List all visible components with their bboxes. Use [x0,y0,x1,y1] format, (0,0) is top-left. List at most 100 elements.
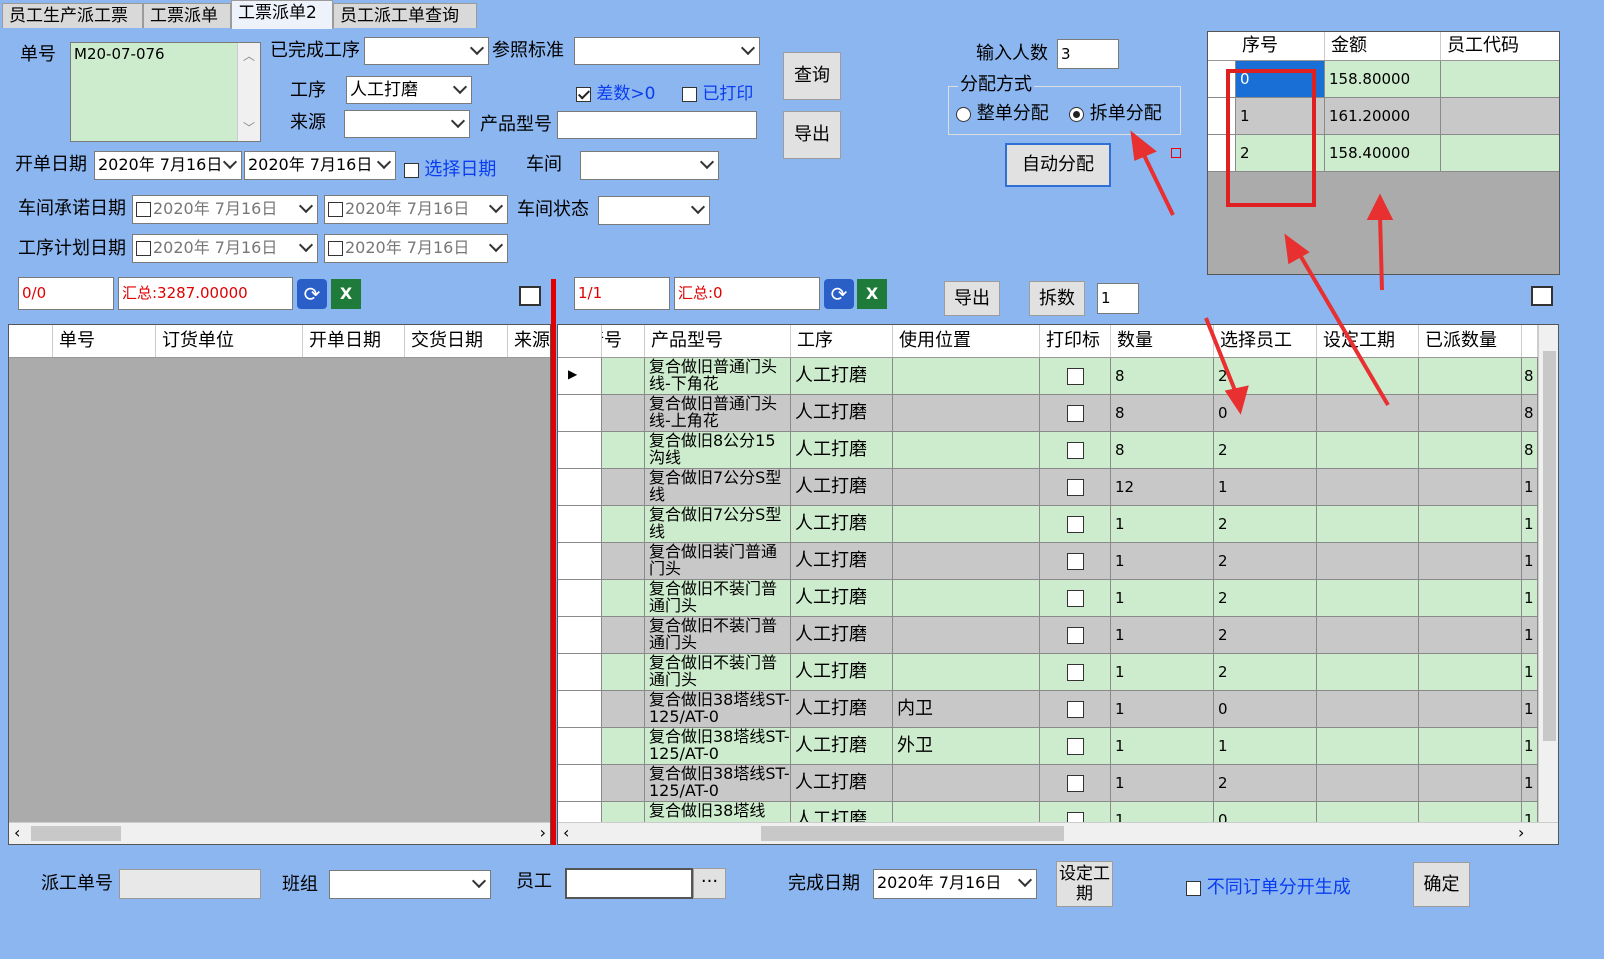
qty-cell[interactable]: 1 [1111,543,1214,579]
refresh-icon[interactable]: ⟳ [297,279,327,309]
extra-cell[interactable]: 1 [1522,543,1538,579]
diff-checkbox[interactable]: 差数>0 [576,79,655,104]
dispatched-cell[interactable] [1419,469,1522,505]
print-flag-cell[interactable] [1040,543,1111,579]
model-cell[interactable]: 复合做旧8公分15沟线 [645,432,791,468]
right-header-employee[interactable]: 选择员工 [1214,325,1317,357]
line-cell[interactable] [602,728,645,764]
result-header-amount[interactable]: 金额 [1325,32,1441,60]
line-cell[interactable] [602,395,645,431]
process-cell[interactable]: 人工打磨 [791,691,893,727]
tab-ticket-dispatch[interactable]: 工票派单 [143,3,231,28]
tab-dispatch-query[interactable]: 员工派工单查询 [333,3,477,28]
employee-cell[interactable]: 1 [1214,469,1317,505]
team-select[interactable] [329,870,491,899]
employee-cell[interactable]: 2 [1214,654,1317,690]
reference-select[interactable] [574,37,760,65]
employee-browse-button[interactable]: ··· [693,868,726,899]
extra-cell[interactable]: 1 [1522,469,1538,505]
qty-cell[interactable]: 8 [1111,358,1214,394]
separate-check-icon[interactable] [1186,880,1201,896]
order-input[interactable]: M20-07-076 ︿ ﹀ [70,42,261,142]
print-flag-checkbox[interactable] [1067,664,1084,681]
printed-check-icon[interactable] [682,86,697,102]
extra-cell[interactable]: 8 [1522,358,1538,394]
process-cell[interactable]: 人工打磨 [791,506,893,542]
choose-date-check-icon[interactable] [404,162,419,178]
promise-date-to[interactable]: 2020年 7月16日 [324,195,508,224]
scroll-up-icon[interactable]: ︿ [243,47,255,64]
qty-cell[interactable]: 12 [1111,469,1214,505]
product-model-input[interactable] [557,111,757,139]
qty-cell[interactable]: 1 [1111,506,1214,542]
print-flag-cell[interactable] [1040,432,1111,468]
process-cell[interactable]: 人工打磨 [791,543,893,579]
employee-cell[interactable]: 0 [1214,395,1317,431]
split-button[interactable]: 拆数 [1029,281,1085,316]
table-row[interactable]: 复合做旧38塔线ST-125/AT-0 人工打磨 内卫 1 0 1 [558,691,1538,728]
extra-cell[interactable]: 8 [1522,432,1538,468]
position-cell[interactable] [893,432,1040,468]
completed-process-select[interactable] [364,37,489,65]
row-header[interactable] [558,654,602,690]
row-header[interactable] [558,691,602,727]
qty-cell[interactable]: 1 [1111,765,1214,801]
print-flag-checkbox[interactable] [1067,701,1084,718]
refresh-icon-2[interactable]: ⟳ [824,279,854,309]
extra-cell[interactable]: 1 [1522,654,1538,690]
model-cell[interactable]: 复合做旧7公分S型线 [645,469,791,505]
dispatched-cell[interactable] [1419,543,1522,579]
table-row[interactable]: 复合做旧普通门头线-上角花 人工打磨 8 0 8 [558,395,1538,432]
line-cell[interactable] [602,580,645,616]
extra-cell[interactable]: 8 [1522,395,1538,431]
qty-cell[interactable]: 1 [1111,580,1214,616]
promise-date-from[interactable]: 2020年 7月16日 [132,195,318,224]
qty-cell[interactable]: 1 [1111,691,1214,727]
employee-cell[interactable]: 0 [1214,691,1317,727]
people-input[interactable]: 3 [1057,39,1119,69]
dispatched-cell[interactable] [1419,506,1522,542]
left-hscrollbar[interactable]: ‹ › [9,822,550,844]
print-flag-checkbox[interactable] [1067,590,1084,607]
excel-icon-2[interactable]: X [857,279,887,309]
employee-cell[interactable]: 2 [1214,617,1317,653]
plan-date-to[interactable]: 2020年 7月16日 [324,234,508,263]
query-button[interactable]: 查询 [783,52,841,100]
table-row[interactable]: ▶ 复合做旧普通门头线-下角花 人工打磨 8 2 8 [558,358,1538,395]
model-cell[interactable]: 复合做旧38塔线ST-125/AT-0 [645,765,791,801]
choose-date-checkbox[interactable]: 选择日期 [404,155,496,181]
line-cell[interactable] [602,543,645,579]
model-cell[interactable]: 复合做旧普通门头线-上角花 [645,395,791,431]
dispatched-cell[interactable] [1419,617,1522,653]
table-row[interactable]: 复合做旧8公分15沟线 人工打磨 8 2 8 [558,432,1538,469]
open-date-to[interactable]: 2020年 7月16日 [244,151,396,180]
extra-cell[interactable]: 1 [1522,617,1538,653]
position-cell[interactable]: 外卫 [893,728,1040,764]
position-cell[interactable] [893,617,1040,653]
employee-cell[interactable]: 2 [1214,765,1317,801]
right-grid[interactable]: 行号 产品型号 工序 使用位置 打印标 数量 选择员工 设定工期 已派数量 ▶ 复… [557,324,1559,845]
qty-cell[interactable]: 8 [1111,432,1214,468]
model-cell[interactable]: 复合做旧不装门普通门头 [645,617,791,653]
dispatched-cell[interactable] [1419,728,1522,764]
row-header[interactable] [558,728,602,764]
auto-assign-button[interactable]: 自动分配 [1005,143,1111,187]
open-date-from[interactable]: 2020年 7月16日 [94,151,242,180]
line-cell[interactable] [602,617,645,653]
process-cell[interactable]: 人工打磨 [791,432,893,468]
pin-icon-2[interactable] [1531,286,1553,306]
dispatched-cell[interactable] [1419,580,1522,616]
set-hours-cell[interactable] [1317,432,1419,468]
right-header-qty[interactable]: 数量 [1111,325,1214,357]
model-cell[interactable]: 复合做旧38塔线ST-125/AT-0 [645,728,791,764]
model-cell[interactable]: 复合做旧不装门普通门头 [645,580,791,616]
process-cell[interactable]: 人工打磨 [791,358,893,394]
print-flag-checkbox[interactable] [1067,627,1084,644]
print-flag-cell[interactable] [1040,395,1111,431]
print-flag-cell[interactable] [1040,580,1111,616]
workshop-select[interactable] [580,151,719,180]
extra-cell[interactable]: 1 [1522,728,1538,764]
line-cell[interactable] [602,691,645,727]
print-flag-cell[interactable] [1040,506,1111,542]
workshop-status-select[interactable] [598,196,710,225]
